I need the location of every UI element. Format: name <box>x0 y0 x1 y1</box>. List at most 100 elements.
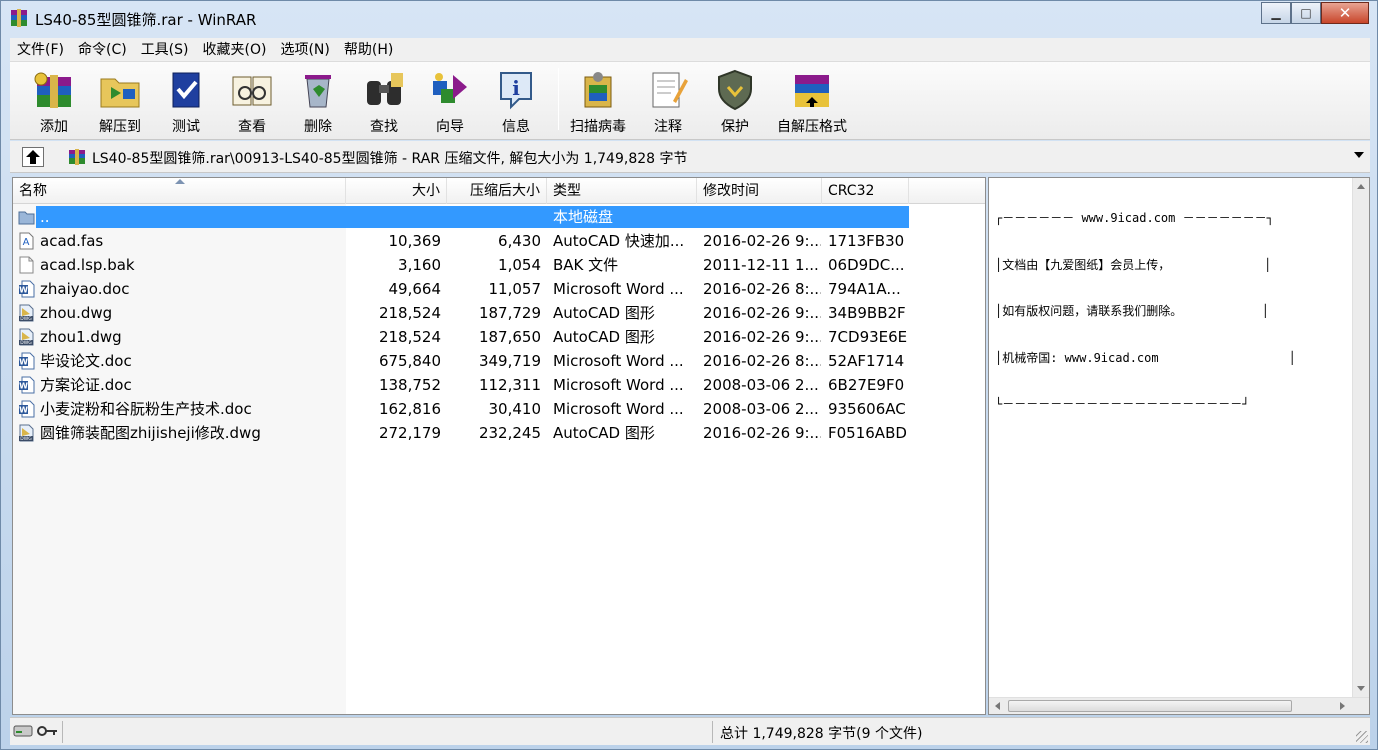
close-button[interactable]: ✕ <box>1321 2 1369 24</box>
word-doc-icon: W <box>19 280 35 298</box>
file-type: Microsoft Word ... <box>553 280 684 298</box>
file-crc32: F0516ABD <box>828 424 907 442</box>
menu-commands[interactable]: 命令(C) <box>71 38 134 62</box>
menu-favorites[interactable]: 收藏夹(O) <box>196 38 274 62</box>
view-button[interactable]: 查看 <box>220 64 284 136</box>
archive-comment: ┌－－－－－－ www.9icad.com －－－－－－－┐ │文档由【九爱图纸… <box>995 180 1296 444</box>
test-button[interactable]: 测试 <box>154 64 218 136</box>
folder-up-icon <box>18 211 35 225</box>
file-row[interactable]: DWG zhou1.dwg 218,524 187,650 AutoCAD 图形 2016… <box>13 325 985 349</box>
info-icon: i <box>500 72 532 110</box>
file-packed-size: 349,719 <box>478 352 541 370</box>
scroll-up-icon[interactable] <box>1357 184 1365 189</box>
find-button[interactable]: 查找 <box>352 64 416 136</box>
protect-button[interactable]: 保护 <box>703 64 767 136</box>
word-doc-icon: W <box>19 352 35 370</box>
column-crc32[interactable]: CRC32 <box>822 178 909 204</box>
file-type: AutoCAD 图形 <box>553 304 655 322</box>
scroll-right-icon[interactable] <box>1340 702 1345 710</box>
file-row[interactable]: Wzhaiyao.doc 49,664 11,057 Microsoft Word .… <box>13 277 985 301</box>
file-type: 本地磁盘 <box>553 208 614 226</box>
file-row[interactable]: DWG zhou.dwg 218,524 187,729 AutoCAD 图形 2016-… <box>13 301 985 325</box>
menu-file[interactable]: 文件(F) <box>10 38 71 62</box>
menu-help[interactable]: 帮助(H) <box>337 38 400 62</box>
view-label: 查看 <box>238 119 266 135</box>
file-size: 162,816 <box>378 400 441 418</box>
menu-options[interactable]: 选项(N) <box>273 38 336 62</box>
file-name: acad.fas <box>40 232 104 250</box>
minimize-button[interactable]: ▁ <box>1261 2 1291 24</box>
extract-folder-icon <box>100 78 140 108</box>
file-packed-size: 1,054 <box>498 256 541 274</box>
column-type[interactable]: 类型 <box>547 178 697 204</box>
protect-shield-icon <box>718 69 752 111</box>
add-button[interactable]: 添加 <box>22 64 86 136</box>
column-size[interactable]: 大小 <box>346 178 447 204</box>
file-row[interactable]: DWG 圆锥筛装配图zhijisheji修改.dwg 272,179 232,245 A… <box>13 421 985 445</box>
file-packed-size <box>447 205 541 229</box>
vertical-scrollbar[interactable] <box>1352 178 1369 697</box>
svg-text:W: W <box>19 406 28 415</box>
file-row[interactable]: W 毕设论文.doc 675,840 349,719 Microsoft Word ..… <box>13 349 985 373</box>
dwg-file-icon: DWG <box>19 424 34 442</box>
comment-pane[interactable]: ┌－－－－－－ www.9icad.com －－－－－－－┐ │文档由【九爱图纸… <box>988 177 1370 715</box>
horizontal-scrollbar[interactable] <box>989 697 1369 714</box>
window-title: LS40-85型圆锥筛.rar - WinRAR <box>35 11 257 29</box>
sfx-button[interactable]: 自解压格式 <box>770 64 854 136</box>
svg-text:W: W <box>19 286 28 295</box>
file-name: 小麦淀粉和谷朊粉生产技术.doc <box>40 400 252 418</box>
maximize-button[interactable]: □ <box>1291 2 1321 24</box>
svg-text:W: W <box>19 382 28 391</box>
delete-button[interactable]: 删除 <box>286 64 350 136</box>
column-packed-size[interactable]: 压缩后大小 <box>447 178 547 204</box>
extract-to-button[interactable]: 解压到 <box>88 64 152 136</box>
file-list[interactable]: 名称 大小 压缩后大小 类型 修改时间 CRC32 .. 本地磁盘 Aacad.fa… <box>12 177 986 715</box>
address-dropdown[interactable]: LS40-85型圆锥筛.rar\00913-LS40-85型圆锥筛 - RAR … <box>62 145 1366 169</box>
file-modified: 2016-02-26 9:... <box>703 424 821 442</box>
file-crc32: 34B9BB2F <box>828 304 906 322</box>
file-crc32: 794A1A... <box>828 280 901 298</box>
info-label: 信息 <box>502 119 530 135</box>
file-size: 138,752 <box>378 376 441 394</box>
svg-text:DWG: DWG <box>20 340 32 346</box>
file-packed-size: 30,410 <box>488 400 542 418</box>
menu-tools[interactable]: 工具(S) <box>134 38 196 62</box>
file-packed-size: 6,430 <box>498 232 541 250</box>
column-name[interactable]: 名称 <box>13 178 346 204</box>
file-row[interactable]: W 小麦淀粉和谷朊粉生产技术.doc 162,816 30,410 Microsoft … <box>13 397 985 421</box>
file-name: .. <box>40 208 50 226</box>
virus-scan-icon <box>584 72 612 108</box>
window-controls: ▁ □ ✕ <box>1261 2 1369 24</box>
blank-file-icon <box>19 256 34 274</box>
info-button[interactable]: i 信息 <box>484 64 548 136</box>
delete-label: 删除 <box>304 119 332 135</box>
file-type: Microsoft Word ... <box>553 352 684 370</box>
up-folder-button[interactable] <box>22 147 44 167</box>
parent-folder-row[interactable]: .. 本地磁盘 <box>13 205 985 229</box>
title-bar[interactable]: LS40-85型圆锥筛.rar - WinRAR ▁ □ ✕ <box>1 1 1377 37</box>
svg-text:DWG: DWG <box>20 316 32 322</box>
test-label: 测试 <box>172 119 200 135</box>
svg-text:i: i <box>512 76 520 100</box>
column-modified[interactable]: 修改时间 <box>697 178 822 204</box>
dwg-file-icon: DWG <box>19 304 34 322</box>
file-modified: 2016-02-26 9:... <box>703 328 821 346</box>
scroll-left-icon[interactable] <box>995 702 1000 710</box>
menu-bar: 文件(F) 命令(C) 工具(S) 收藏夹(O) 选项(N) 帮助(H) <box>10 38 1370 62</box>
file-row[interactable]: Aacad.fas 10,369 6,430 AutoCAD 快速加... 2016-0… <box>13 229 985 253</box>
file-name: zhaiyao.doc <box>40 280 130 298</box>
comment-line: ┌－－－－－－ www.9icad.com －－－－－－－┐ <box>995 211 1274 225</box>
file-name: 圆锥筛装配图zhijisheji修改.dwg <box>40 424 261 442</box>
virus-scan-button[interactable]: 扫描病毒 <box>566 64 630 136</box>
file-row[interactable]: acad.lsp.bak 3,160 1,054 BAK 文件 2011-12-11 1… <box>13 253 985 277</box>
fas-file-icon: A <box>19 232 34 250</box>
file-type: AutoCAD 图形 <box>553 328 655 346</box>
wizard-button[interactable]: 向导 <box>418 64 482 136</box>
scroll-down-icon[interactable] <box>1357 686 1365 691</box>
file-row[interactable]: W 方案论证.doc 138,752 112,311 Microsoft Word ..… <box>13 373 985 397</box>
resize-grip[interactable] <box>1356 731 1368 743</box>
horizontal-scroll-thumb[interactable] <box>1008 700 1292 712</box>
comment-button[interactable]: 注释 <box>636 64 700 136</box>
rar-archive-icon <box>69 149 85 165</box>
dropdown-arrow-icon[interactable] <box>1354 152 1364 158</box>
